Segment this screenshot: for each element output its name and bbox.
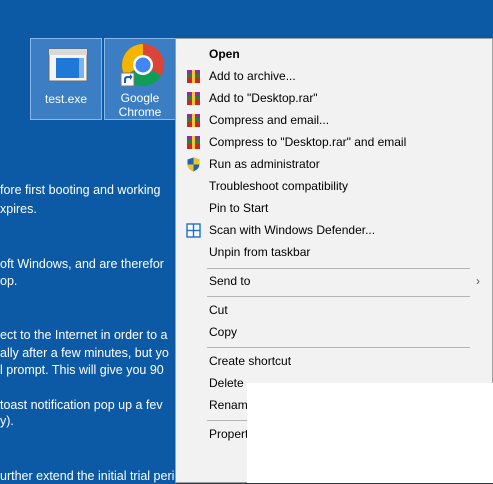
background-text-line: xpires. [0,202,37,216]
chevron-right-icon: › [476,274,480,288]
desktop-icon-google-chrome[interactable]: Google Chrome [104,38,176,120]
menu-item-troubleshoot-compatibility[interactable]: Troubleshoot compatibility [176,175,492,197]
winrar-icon [187,114,200,127]
menu-item-label: Troubleshoot compatibility [209,179,348,193]
winrar-icon [187,92,200,105]
menu-item-label: Pin to Start [209,201,269,215]
menu-item-label: Compress to "Desktop.rar" and email [209,135,407,149]
menu-item-create-shortcut[interactable]: Create shortcut [176,350,492,372]
menu-item-run-as-administrator[interactable]: Run as administrator [176,153,492,175]
menu-item-label: Run as administrator [209,157,320,171]
exe-file-icon [48,48,88,82]
background-text-line: fore first booting and working [0,183,161,197]
menu-item-pin-to-start[interactable]: Pin to Start [176,197,492,219]
windows-defender-icon [186,223,201,238]
desktop-icon-test-exe[interactable]: test.exe [30,38,102,120]
menu-separator [207,296,470,297]
menu-item-label: Unpin from taskbar [209,245,311,259]
menu-item-label: Renam [209,398,248,412]
menu-item-scan-with-windows-defender[interactable]: Scan with Windows Defender... [176,219,492,241]
menu-item-unpin-from-taskbar[interactable]: Unpin from taskbar [176,241,492,263]
menu-item-add-to-archive[interactable]: Add to archive... [176,65,492,87]
desktop-icon-label: test.exe [44,92,88,106]
menu-item-cut[interactable]: Cut [176,299,492,321]
background-text-line: ect to the Internet in order to a [0,328,168,342]
chrome-icon [120,43,165,87]
menu-item-label: Add to archive... [209,69,296,83]
background-text-line: y). [0,414,14,428]
uac-shield-icon [187,157,200,172]
background-text-line: op. [0,274,18,288]
menu-item-label: Delete [209,376,244,390]
menu-item-label: Scan with Windows Defender... [209,223,376,237]
background-text-line: urther extend the initial trial period i… [0,469,199,483]
menu-item-send-to[interactable]: Send to › [176,270,492,292]
menu-separator [207,268,470,269]
menu-item-copy[interactable]: Copy [176,321,492,343]
menu-item-label: Send to [209,274,251,288]
background-text-line: ally after a few minutes, but yo [0,346,169,360]
menu-item-label: Create shortcut [209,354,292,368]
menu-separator [207,347,470,348]
background-text-line: toast notification pop up a fev [0,398,163,412]
menu-item-label: Propert [209,427,249,441]
menu-item-open[interactable]: Open [176,43,492,65]
background-text-line: oft Windows, and are therefor [0,257,164,271]
menu-item-add-to-desktop-rar[interactable]: Add to "Desktop.rar" [176,87,492,109]
menu-item-label: Cut [209,303,228,317]
winrar-icon [187,136,200,149]
menu-item-compress-and-email[interactable]: Compress and email... [176,109,492,131]
menu-item-label: Copy [209,325,238,339]
winrar-icon [187,70,200,83]
desktop-icon-label-line1: Google [120,91,160,105]
desktop-icon-label-line2: Chrome [118,105,162,119]
menu-item-compress-to-desktop-rar-and-email[interactable]: Compress to "Desktop.rar" and email [176,131,492,153]
occluding-window-area [247,383,493,483]
background-text-line: l prompt. This will give you 90 [0,363,164,377]
menu-item-label: Compress and email... [209,113,330,127]
menu-item-label: Open [209,47,240,61]
menu-item-label: Add to "Desktop.rar" [209,91,318,105]
